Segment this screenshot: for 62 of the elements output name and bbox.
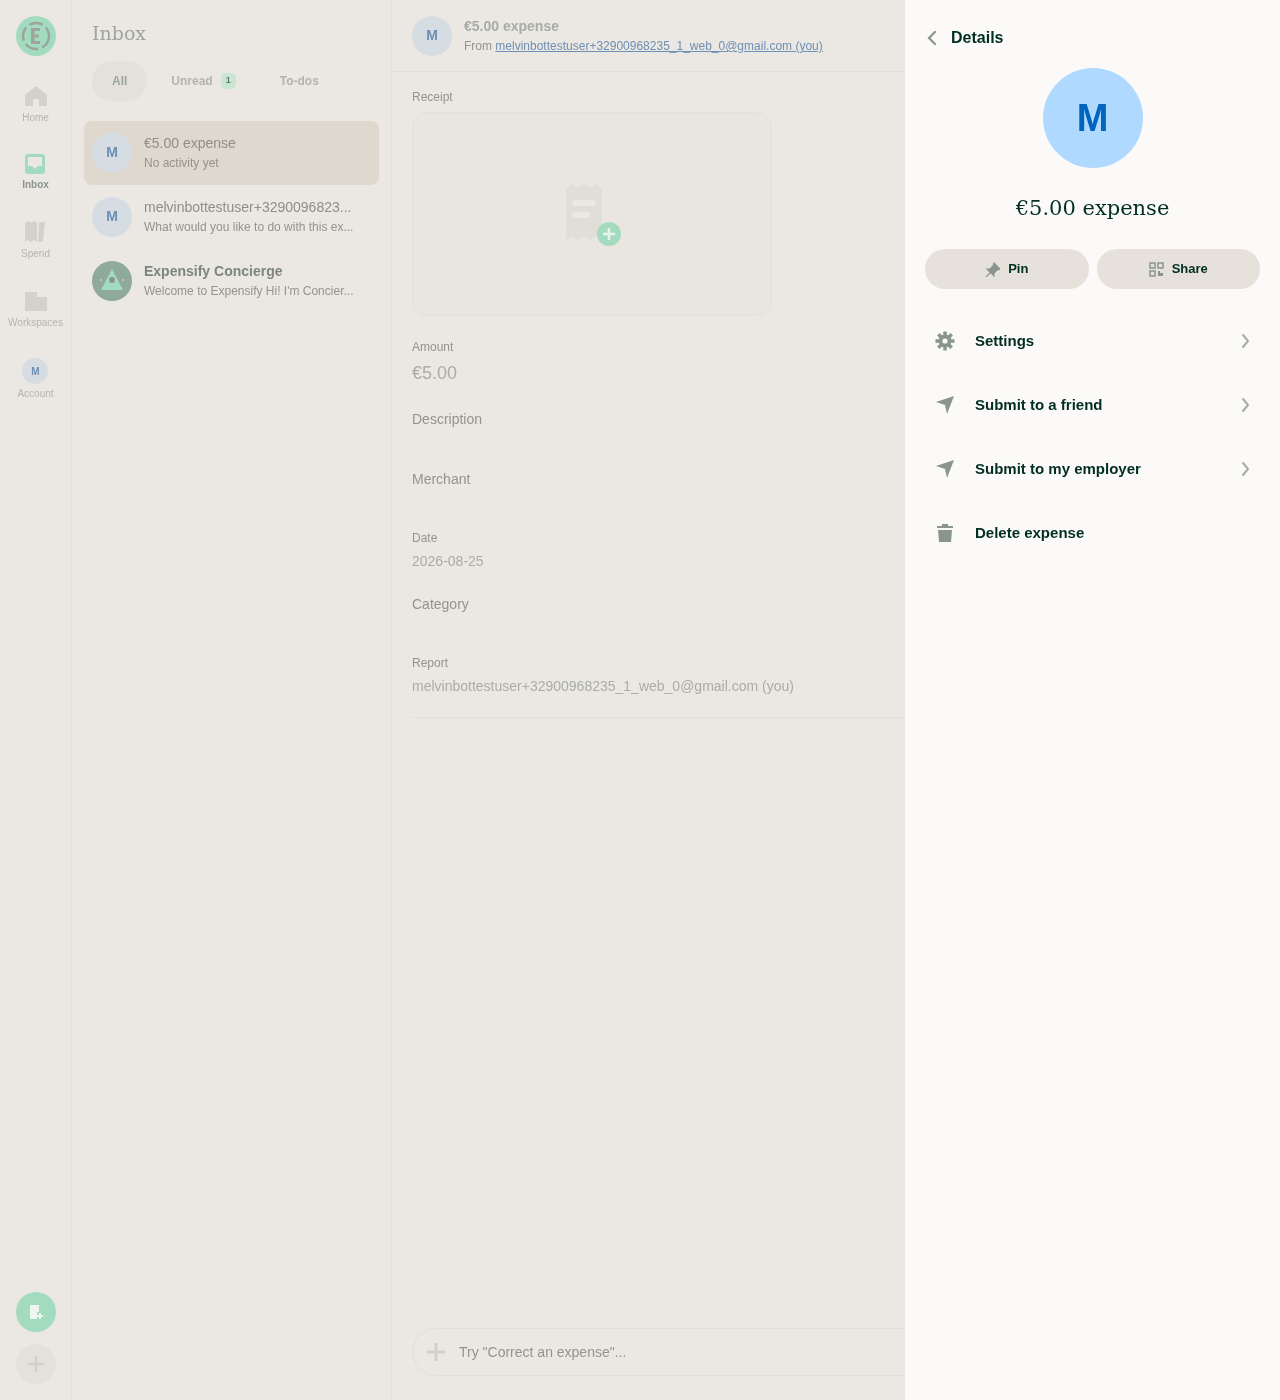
field-label: Category: [412, 595, 470, 614]
field-label: Amount: [412, 339, 455, 356]
chevron-right-icon: [1241, 333, 1250, 350]
page-title: Inbox: [91, 21, 148, 46]
trash-icon: [935, 523, 955, 544]
chat-row[interactable]: M €5.00 expense No activity yet: [84, 120, 379, 185]
avatar: M: [92, 132, 132, 173]
home-icon: [23, 84, 48, 108]
expense-heading: €5.00 expense: [1014, 196, 1171, 222]
chevron-right-icon: [1241, 461, 1250, 478]
plus-icon: [427, 1343, 445, 1361]
paper-plane-icon: [935, 395, 955, 416]
field-label: Date: [412, 530, 439, 547]
qr-code-icon: [1148, 261, 1164, 277]
menu-item[interactable]: Submit to a friend: [925, 373, 1260, 438]
avatar: M: [1042, 68, 1143, 168]
receipt-plus-icon: [27, 1304, 44, 1320]
chat-row[interactable]: M melvinbottestuser+3290096823... What would you like to do with this ex...: [84, 184, 379, 249]
field-value: €5.00: [412, 362, 459, 385]
nav-label: Inbox: [22, 178, 49, 192]
field-label: Report: [412, 655, 450, 672]
chat-title: melvinbottestuser+3290096823...: [144, 198, 353, 218]
letter-e-ring-drawing: [20, 21, 51, 51]
menu-item[interactable]: Settings: [925, 309, 1260, 374]
pin-icon: [985, 261, 1001, 277]
sender-link[interactable]: melvinbottestuser+32900968235_1_web_0@gmail.com (you): [495, 39, 823, 53]
concierge-avatar-drawing: [92, 260, 132, 301]
chevron-right-icon: [1241, 397, 1250, 414]
nav-item[interactable]: Inbox: [22, 153, 49, 192]
menu-item[interactable]: Submit to my employer: [925, 437, 1260, 502]
from-label: From: [464, 39, 493, 53]
avatar: M: [92, 196, 132, 237]
report-title: €5.00 expense: [464, 17, 560, 36]
settings-icon: [935, 331, 955, 352]
paper-plane-icon: [935, 459, 955, 480]
filter-tab[interactable]: All: [92, 60, 148, 101]
avatar: M: [412, 15, 452, 56]
logo-icon[interactable]: [15, 16, 56, 56]
share-button[interactable]: Share: [1096, 249, 1260, 290]
receipt-dropzone[interactable]: [412, 112, 772, 316]
inbox-tray-icon: [24, 153, 47, 175]
avatar: M: [22, 358, 49, 384]
chat-preview: No activity yet: [144, 155, 220, 173]
field-value: melvinbottestuser+32900968235_1_web_0@gmail.com (you): [412, 677, 795, 696]
back-chevron-icon: [927, 30, 937, 46]
pin-button[interactable]: Pin: [925, 249, 1089, 290]
count-badge: 1: [220, 73, 236, 89]
add-button[interactable]: [15, 1344, 56, 1384]
menu-item[interactable]: Delete expense: [925, 501, 1260, 566]
chat-preview: Welcome to Expensify Hi! I'm Concier...: [144, 283, 354, 301]
panel-title: Details: [951, 28, 1004, 48]
field-label: Merchant: [412, 470, 472, 489]
back-button[interactable]: [925, 30, 937, 46]
composer-input[interactable]: Try "Correct an expense"...: [457, 1340, 857, 1364]
new-expense-button[interactable]: [15, 1292, 56, 1332]
field-label: Description: [412, 410, 484, 429]
chat-row[interactable]: Expensify Concierge Welcome to Expensify Hi! I'm Concier...: [84, 248, 379, 313]
field-value: 2026-08-25: [412, 552, 485, 571]
chat-title: €5.00 expense: [144, 134, 236, 154]
field-label: Receipt: [412, 89, 454, 106]
chat-title: Expensify Concierge: [144, 262, 284, 282]
chat-preview: What would you like to do with this ex...: [144, 219, 354, 237]
